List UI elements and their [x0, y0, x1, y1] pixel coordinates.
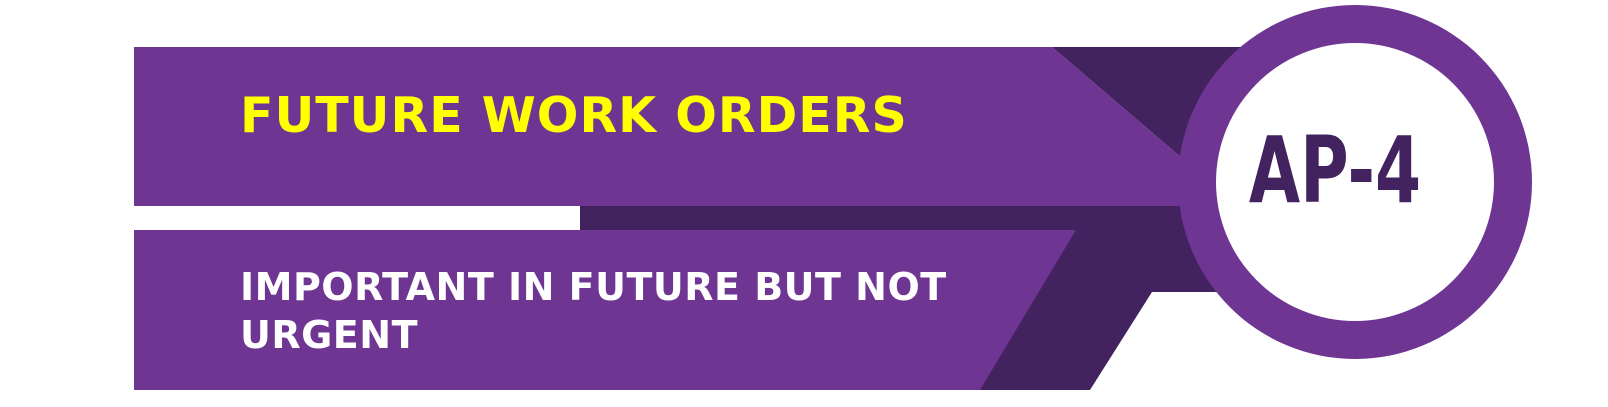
banner-subtitle: IMPORTANT IN FUTURE BUT NOT URGENT — [240, 265, 947, 357]
banner-title: FUTURE WORK ORDERS — [240, 87, 908, 144]
badge-label: AP-4 — [1248, 117, 1422, 224]
